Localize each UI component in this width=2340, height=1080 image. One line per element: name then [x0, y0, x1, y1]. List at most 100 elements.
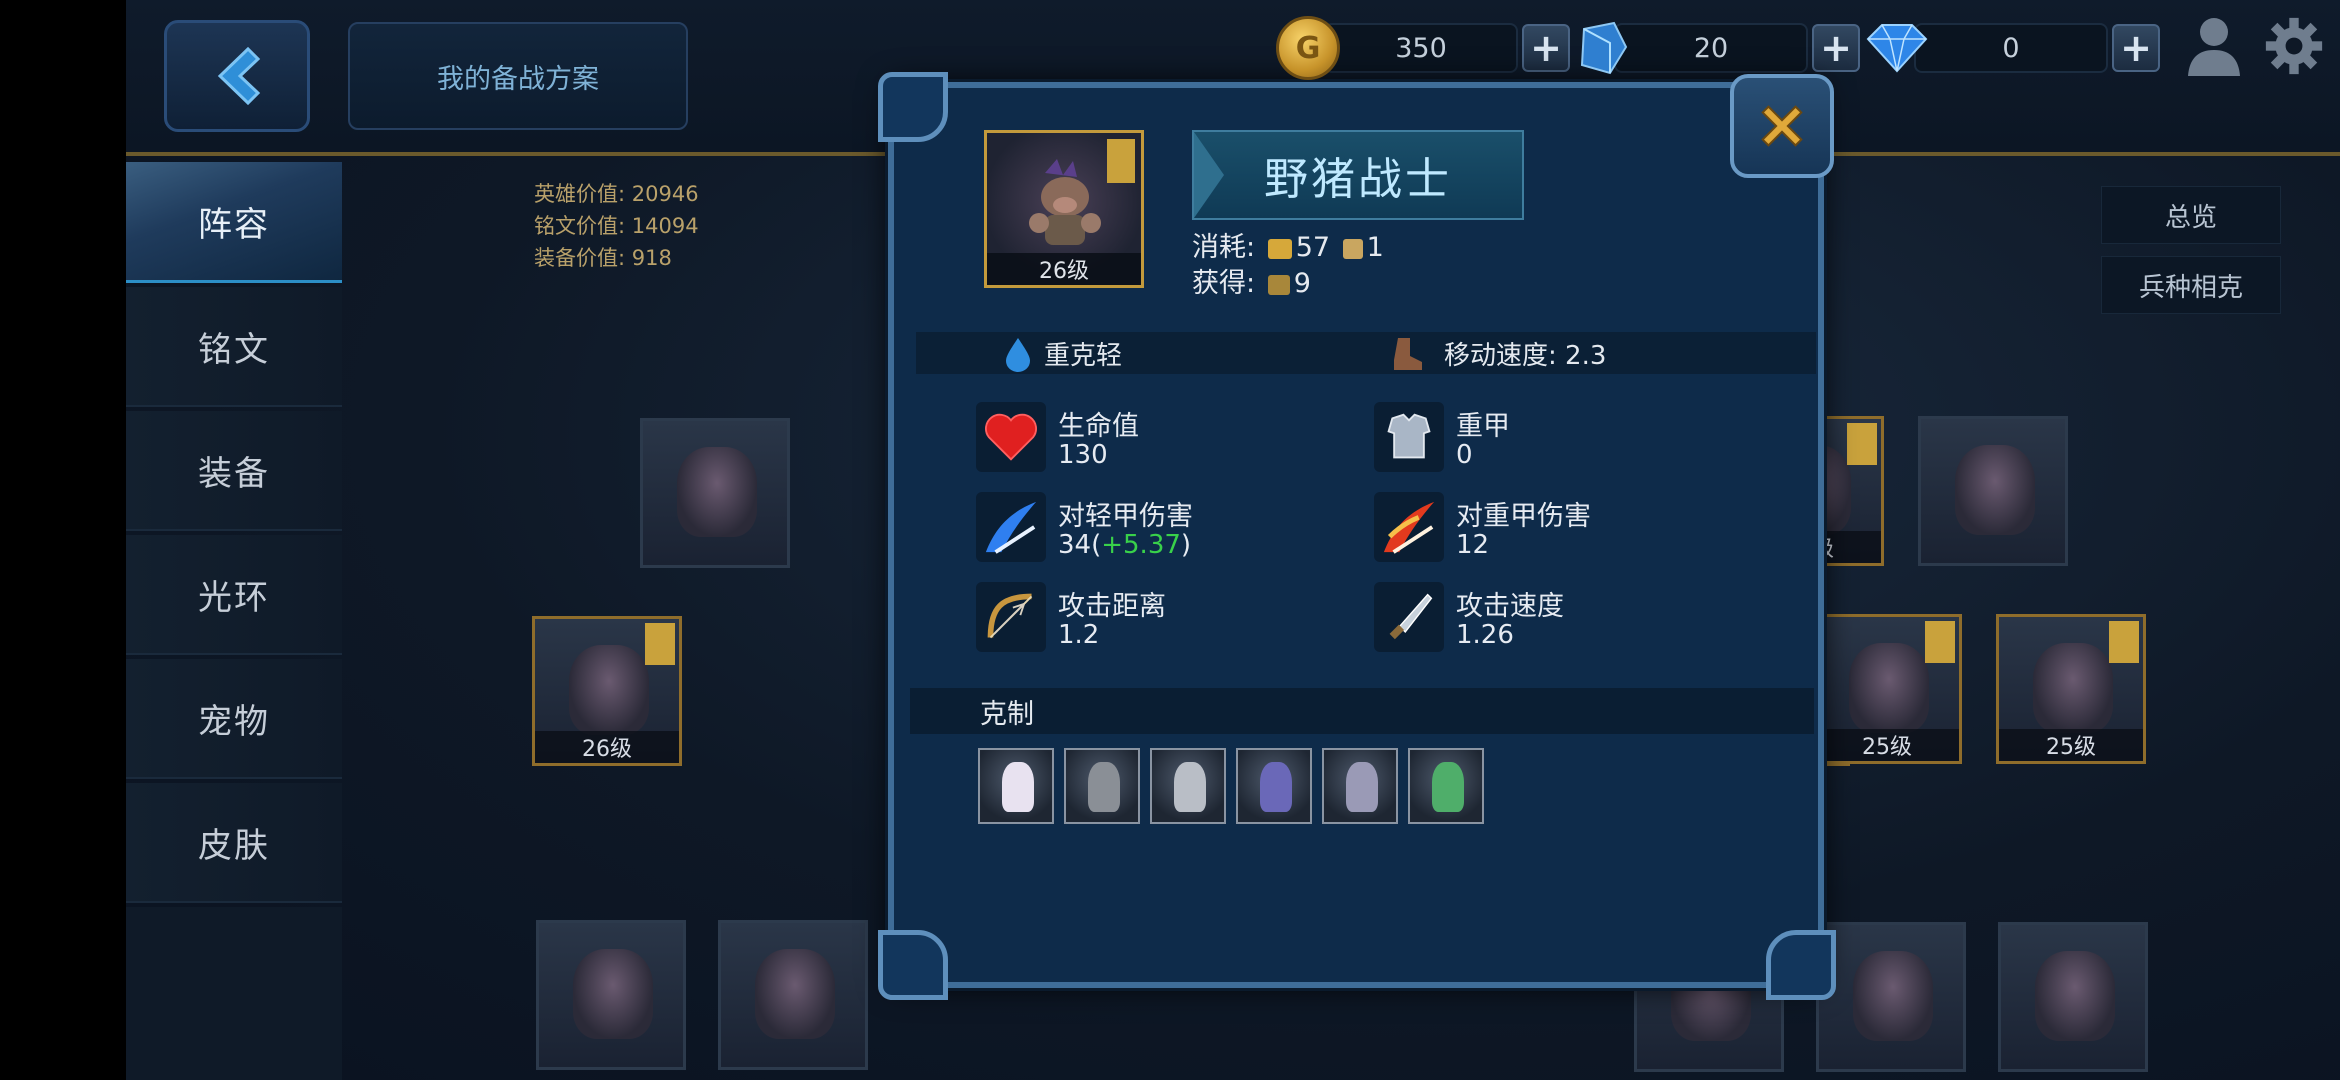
- stat-value: 1.2: [1058, 620, 1100, 650]
- counter-unit-item[interactable]: [1064, 748, 1140, 824]
- rank-flag-icon: [645, 623, 675, 665]
- hero-level: 25级: [1999, 729, 2143, 761]
- counter-tab[interactable]: 兵种相克: [2101, 256, 2281, 314]
- counter-section-header: 克制: [910, 688, 1814, 734]
- cost-info: 消耗: 57 1 获得: 9: [1192, 230, 1384, 302]
- gain-value: 9: [1293, 268, 1311, 299]
- counter-unit-item[interactable]: [1322, 748, 1398, 824]
- heart-icon: [976, 402, 1046, 472]
- stat-armor: 重甲 0: [1374, 402, 1754, 486]
- hero-figure: [2035, 951, 2115, 1041]
- profile-icon[interactable]: [2184, 14, 2244, 78]
- unit-detail-dialog: 26级 野猪战士 消耗: 57 1 获得: 9 重克轻 移动速度: 2.3 生命…: [888, 82, 1824, 988]
- unit-figure: [1088, 762, 1120, 812]
- rank-flag-icon: [1847, 423, 1877, 465]
- counter-unit-item[interactable]: [1236, 748, 1312, 824]
- stat-value: 34(+5.37): [1058, 530, 1191, 560]
- stat-hp: 生命值 130: [976, 402, 1356, 486]
- hero-level: 25级: [1815, 729, 1959, 761]
- add-gold-button[interactable]: +: [1522, 24, 1570, 72]
- hero-figure: [1955, 445, 2035, 535]
- battle-plan-label: 我的备战方案: [437, 63, 599, 95]
- hero-card[interactable]: [1816, 922, 1966, 1072]
- hero-token-icon: [1342, 238, 1363, 259]
- battle-plan-button[interactable]: 我的备战方案: [348, 22, 688, 130]
- stat-close-paren: ): [1180, 530, 1192, 560]
- sidebar-item-label: 宠物: [198, 701, 270, 742]
- stat-value: 0: [1456, 440, 1473, 470]
- unit-name-plate: 野猪战士: [1192, 130, 1524, 220]
- counter-tab-label: 兵种相克: [2138, 272, 2243, 303]
- crystal-icon: [1580, 21, 1628, 75]
- stat-value: 12: [1456, 530, 1490, 560]
- sidebar-item-skin[interactable]: 皮肤: [126, 783, 342, 903]
- sidebar-item-inscription[interactable]: 铭文: [126, 287, 342, 407]
- counter-label: 克制: [980, 698, 1034, 730]
- hero-card[interactable]: [1998, 922, 2148, 1072]
- rune-value: 铭文价值: 14094: [534, 214, 699, 238]
- cost-gold: 57: [1295, 232, 1331, 263]
- stat-heavy-damage: 对重甲伤害 12: [1374, 492, 1754, 576]
- stat-label: 攻击距离: [1058, 591, 1166, 622]
- unit-name: 野猪战士: [1264, 154, 1452, 205]
- gold-token-icon: [1267, 238, 1292, 259]
- close-icon: [1761, 105, 1803, 147]
- overview-tab[interactable]: 总览: [2101, 186, 2281, 244]
- hero-card[interactable]: [640, 418, 790, 568]
- rank-flag-icon: [2109, 621, 2139, 663]
- sidebar-item-label: 装备: [198, 453, 270, 494]
- attribute-strip: 重克轻 移动速度: 2.3: [916, 332, 1816, 374]
- equip-value: 装备价值: 918: [534, 246, 672, 270]
- settings-gear-icon[interactable]: [2264, 14, 2324, 78]
- hero-figure: [569, 645, 649, 735]
- value-summary: 英雄价值: 20946 铭文价值: 14094 装备价值: 918: [534, 178, 699, 274]
- boot-icon: [1394, 338, 1422, 370]
- sidebar-item-pet[interactable]: 宠物: [126, 659, 342, 779]
- hero-card[interactable]: 25级: [1812, 614, 1962, 764]
- sidebar-item-equipment[interactable]: 装备: [126, 411, 342, 531]
- unit-figure: [1260, 762, 1292, 812]
- stat-bonus: +5.37: [1101, 530, 1181, 560]
- add-crystal-button[interactable]: +: [1812, 24, 1860, 72]
- crystal-amount: 20: [1614, 23, 1808, 73]
- diamond-amount: 0: [1914, 23, 2108, 73]
- stat-value: 1.26: [1456, 620, 1514, 650]
- sidebar-item-aura[interactable]: 光环: [126, 535, 342, 655]
- counter-unit-item[interactable]: [1150, 748, 1226, 824]
- dialog-corner-ornament: [878, 930, 948, 1000]
- back-button[interactable]: [164, 20, 310, 132]
- hero-card[interactable]: [1918, 416, 2068, 566]
- bow-icon: [976, 582, 1046, 652]
- water-drop-icon: [1006, 338, 1030, 372]
- sidebar-item-lineup[interactable]: 阵容: [126, 162, 342, 283]
- rank-flag-icon: [1925, 621, 1955, 663]
- stat-label: 重甲: [1456, 411, 1510, 442]
- stat-label: 对轻甲伤害: [1058, 501, 1193, 532]
- close-button[interactable]: [1730, 74, 1834, 178]
- hero-figure: [1853, 951, 1933, 1041]
- hero-figure: [1849, 643, 1929, 733]
- crystal-currency: 20 +: [1574, 20, 1860, 76]
- hero-figure: [755, 949, 835, 1039]
- counter-unit-item[interactable]: [978, 748, 1054, 824]
- stat-light-damage: 对轻甲伤害 34(+5.37): [976, 492, 1356, 576]
- overview-tab-label: 总览: [2164, 202, 2217, 233]
- slash-blue-icon: [976, 492, 1046, 562]
- hero-card[interactable]: 25级: [1996, 614, 2146, 764]
- hero-card[interactable]: 26级: [532, 616, 682, 766]
- counter-unit-item[interactable]: [1408, 748, 1484, 824]
- gain-label: 获得:: [1192, 268, 1256, 299]
- stat-value: 130: [1058, 440, 1108, 470]
- hero-value: 英雄价值: 20946: [534, 182, 699, 206]
- hero-card[interactable]: [718, 920, 868, 1070]
- dialog-corner-ornament: [1766, 930, 1836, 1000]
- hero-card[interactable]: [536, 920, 686, 1070]
- armor-icon: [1374, 402, 1444, 472]
- unit-figure: [1432, 762, 1464, 812]
- add-diamond-button[interactable]: +: [2112, 24, 2160, 72]
- name-plate-arrow: [1194, 132, 1224, 218]
- unit-figure: [1002, 762, 1034, 812]
- gold-coin-icon: G: [1276, 16, 1340, 80]
- move-speed: 移动速度: 2.3: [1444, 340, 1607, 371]
- stat-label: 攻击速度: [1456, 591, 1564, 622]
